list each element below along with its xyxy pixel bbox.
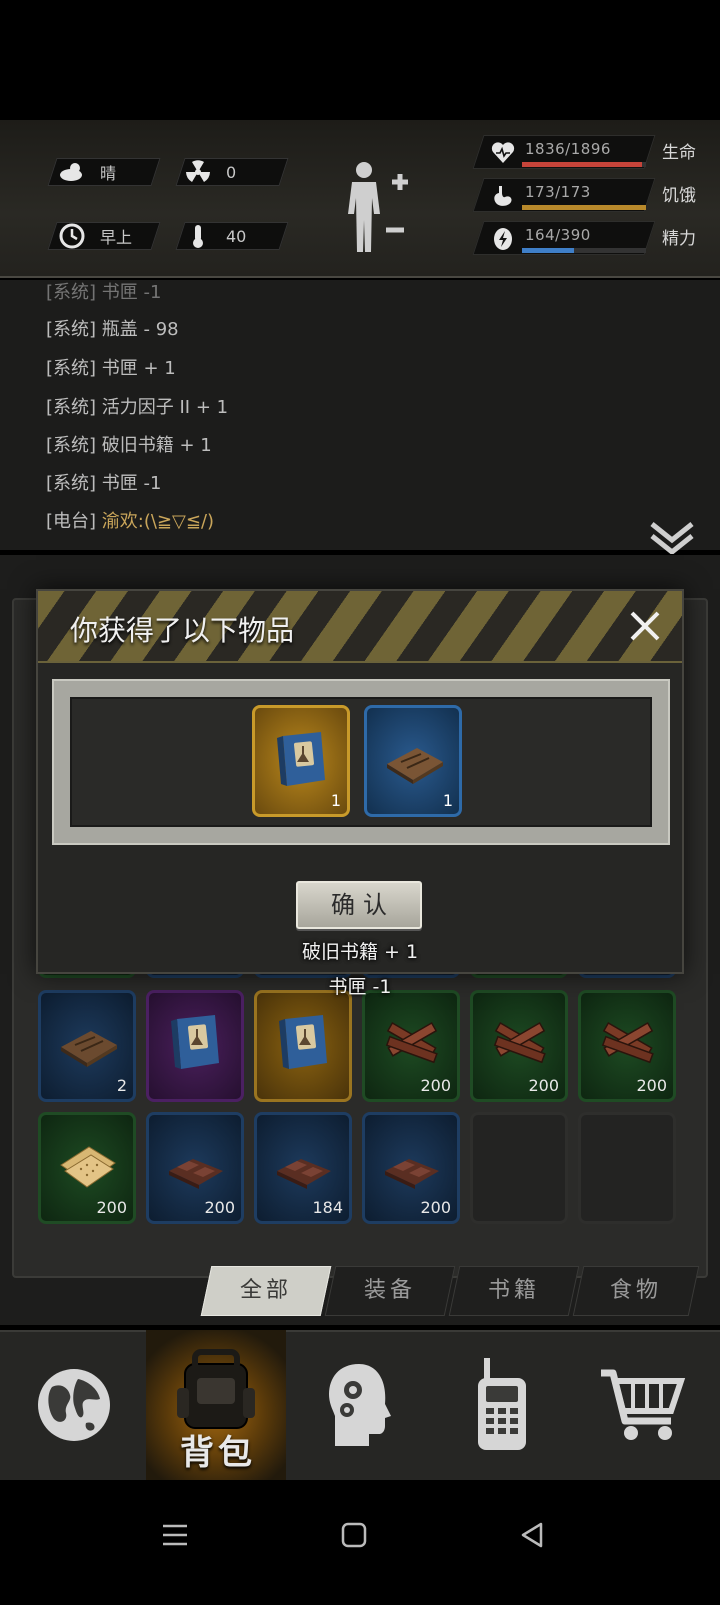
inventory-slot-vigor-book[interactable] [146, 990, 244, 1102]
inventory-slot-chocolate[interactable]: 200 [146, 1112, 244, 1224]
human-body-icon [348, 162, 408, 252]
tab-food[interactable]: 食物 [572, 1266, 700, 1316]
health-value: 1836/1896 [525, 140, 611, 158]
close-icon[interactable] [624, 605, 666, 647]
wood-planks-icon [493, 1022, 546, 1064]
hunger-bar [522, 205, 646, 210]
energy-label: 精力 [662, 229, 696, 249]
body-status-button[interactable] [346, 158, 416, 258]
temperature-status: 40 [184, 222, 246, 250]
nav-backpack-label: 背包 [180, 1433, 256, 1473]
reward-items-list: 1 1 [70, 697, 652, 827]
blue-book-icon [279, 1015, 327, 1069]
weather-status: 晴 [58, 158, 116, 186]
energy-bar [522, 248, 646, 253]
inventory-slot-empty[interactable] [470, 1112, 568, 1224]
health-label: 生命 [662, 143, 696, 163]
radiation-value: 0 [226, 162, 237, 182]
worn-book-icon [387, 748, 443, 784]
radiation-icon [186, 160, 210, 182]
hunger-label: 饥饿 [662, 186, 696, 206]
log-line: [系统] 书匣 + 1 [46, 358, 176, 379]
inventory-slot-wood[interactable]: 200 [362, 990, 460, 1102]
wood-planks-icon [601, 1022, 654, 1064]
nav-shop[interactable] [572, 1330, 712, 1480]
worn-book-icon [61, 1031, 117, 1067]
energy-value: 164/390 [525, 226, 591, 244]
inventory-slot-wood[interactable]: 200 [470, 990, 568, 1102]
chocolate-icon [385, 1159, 439, 1189]
toast-message: 书匣 -1 [328, 976, 392, 998]
time-text: 早上 [100, 228, 133, 247]
blue-book-icon [277, 732, 325, 786]
home-icon[interactable] [324, 1510, 384, 1560]
log-line: [系统] 书匣 -1 [46, 282, 162, 303]
toast-message: 破旧书籍 + 1 [301, 941, 419, 963]
radiation-status: 0 [184, 158, 236, 186]
log-line: [系统] 破旧书籍 + 1 [46, 435, 212, 456]
chocolate-icon [169, 1159, 223, 1189]
health-bar [522, 162, 646, 167]
chocolate-icon [277, 1159, 331, 1189]
stomach-icon [494, 186, 512, 206]
blue-book-icon [171, 1015, 219, 1069]
tab-all[interactable]: 全部 [200, 1266, 332, 1316]
clock-icon [59, 223, 85, 249]
cracker-icon [60, 1146, 116, 1188]
backpack-icon [177, 1349, 255, 1429]
hunger-value: 173/173 [525, 183, 591, 201]
nav-radio[interactable] [432, 1330, 572, 1480]
shopping-cart-icon [601, 1369, 686, 1440]
tab-equipment[interactable]: 装备 [324, 1266, 456, 1316]
reward-items-frame: 1 1 [52, 679, 670, 845]
inventory-slot-worn-book[interactable]: 2 [38, 990, 136, 1102]
cloud-icon [60, 163, 82, 181]
inventory-slot-wood[interactable]: 200 [578, 990, 676, 1102]
dialog-title: 你获得了以下物品 [70, 614, 295, 647]
thermometer-icon [193, 225, 203, 248]
nav-world-map[interactable] [4, 1330, 144, 1480]
inventory-slot-cracker[interactable]: 200 [38, 1112, 136, 1224]
head-gears-icon [329, 1364, 391, 1446]
inventory-slot-chocolate[interactable]: 184 [254, 1112, 352, 1224]
temperature-value: 40 [226, 226, 247, 246]
walkie-talkie-icon [478, 1358, 526, 1450]
weather-text: 晴 [100, 164, 117, 183]
log-line-radio: [电台] 渝欢:(\≧▽≦/) [46, 511, 215, 532]
reward-slot-vigor-book[interactable]: 1 [252, 705, 350, 817]
tab-books[interactable]: 书籍 [448, 1266, 580, 1316]
menu-icon[interactable] [145, 1510, 205, 1560]
inventory-slot-chocolate[interactable]: 200 [362, 1112, 460, 1224]
status-bar-area [0, 0, 720, 120]
reward-slot-worn-book[interactable]: 1 [364, 705, 462, 817]
log-line: [系统] 书匣 -1 [46, 473, 162, 494]
log-line: [系统] 瓶盖 - 98 [46, 319, 179, 340]
chevron-down-icon[interactable] [648, 520, 696, 554]
heart-icon [491, 142, 515, 163]
inventory-slot-vigor-book[interactable] [254, 990, 352, 1102]
globe-icon [38, 1369, 110, 1441]
reward-dialog: 你获得了以下物品 1 1 确认 [36, 589, 684, 974]
nav-skills[interactable] [290, 1330, 430, 1480]
inventory-slot-empty[interactable] [578, 1112, 676, 1224]
back-icon[interactable] [502, 1510, 562, 1560]
time-status: 早上 [58, 222, 132, 250]
confirm-button[interactable]: 确认 [296, 881, 422, 929]
wood-planks-icon [385, 1022, 438, 1064]
energy-icon [494, 228, 512, 250]
log-line: [系统] 活力因子 II + 1 [46, 397, 229, 418]
